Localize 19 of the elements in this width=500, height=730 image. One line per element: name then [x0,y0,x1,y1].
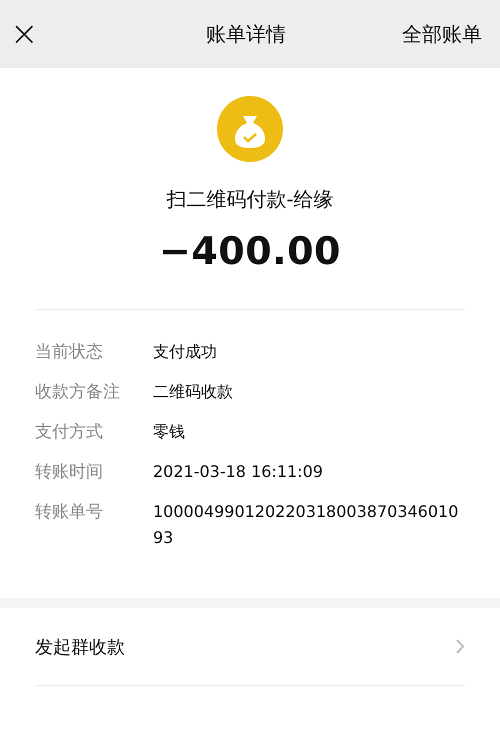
detail-label: 转账时间 [35,461,104,484]
chevron-right-icon [456,639,465,654]
money-bag-icon [217,96,283,162]
detail-label: 收款方备注 [35,381,121,404]
detail-label: 当前状态 [35,341,104,364]
detail-value: 10000499012022031800387034601093 [153,501,460,549]
close-button[interactable]: × [10,17,38,51]
menu-item-label: 发起群收款 [35,636,125,658]
detail-value: 二维码收款 [153,381,234,403]
detail-label: 转账单号 [35,501,104,524]
detail-value: 零钱 [153,421,186,443]
amount: −400.00 [159,229,341,273]
detail-label: 支付方式 [35,421,104,444]
detail-value: 2021-03-18 16:11:09 [153,461,324,483]
menu-item[interactable]: 发起群收款 [35,608,465,686]
payment-title: 扫二维码付款-给缘 [166,186,334,213]
all-bills-button[interactable]: 全部账单 [402,20,482,48]
detail-value: 支付成功 [153,341,218,363]
page-title: 账单详情 [206,20,286,48]
